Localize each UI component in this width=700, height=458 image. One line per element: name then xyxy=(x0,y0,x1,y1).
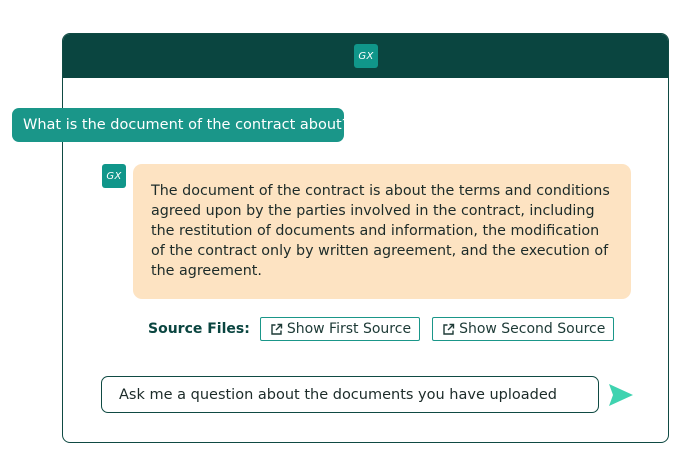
source-files-row: Source Files: Show First Source Show Sec… xyxy=(148,316,626,342)
show-first-source-button[interactable]: Show First Source xyxy=(259,317,421,341)
external-link-icon xyxy=(271,323,283,335)
chat-header: GX xyxy=(63,34,668,78)
user-message-bubble: What is the document of the contract abo… xyxy=(12,108,349,142)
external-link-icon xyxy=(443,323,455,335)
question-input[interactable] xyxy=(119,386,598,403)
bot-message-text: The document of the contract is about th… xyxy=(151,183,610,279)
show-first-source-label: Show First Source xyxy=(286,321,412,337)
source-files-label: Source Files: xyxy=(148,321,250,337)
bot-message-bubble: The document of the contract is about th… xyxy=(133,164,631,299)
gx-logo: GX xyxy=(354,44,378,68)
show-second-source-button[interactable]: Show Second Source xyxy=(432,317,615,341)
user-message-text: What is the document of the contract abo… xyxy=(23,117,350,133)
send-icon[interactable] xyxy=(608,383,634,407)
bot-avatar: GX xyxy=(102,164,126,188)
question-input-box[interactable] xyxy=(101,376,599,413)
show-second-source-label: Show Second Source xyxy=(459,321,606,337)
